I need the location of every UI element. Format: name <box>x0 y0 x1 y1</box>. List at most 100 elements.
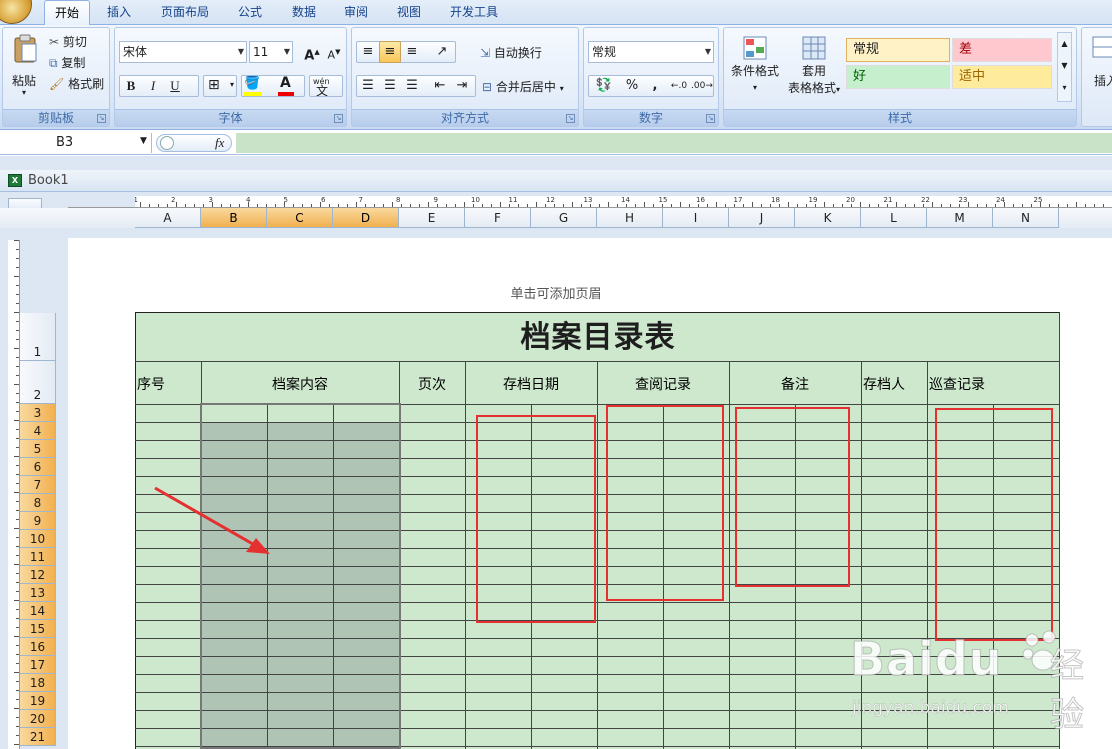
tab-developer[interactable]: 开发工具 <box>440 0 508 25</box>
decrease-indent-icon[interactable]: ⇤ <box>429 75 451 97</box>
increase-decimal-icon[interactable]: ←.0 <box>668 75 690 97</box>
tab-data[interactable]: 数据 <box>280 0 328 25</box>
row-header-8[interactable]: 8 <box>20 494 56 512</box>
currency-icon[interactable]: 💱 <box>589 75 619 97</box>
bold-button[interactable]: B <box>120 75 142 97</box>
column-header-h[interactable]: H <box>597 208 663 228</box>
name-box[interactable]: B3 <box>0 133 152 153</box>
dialog-launcher-icon[interactable]: ↘ <box>706 114 715 123</box>
copy-button[interactable]: ⧉ 复制 <box>49 54 85 71</box>
table-title[interactable]: 档案目录表 <box>136 313 1060 361</box>
row-header-1[interactable]: 1 <box>20 313 56 361</box>
style-normal[interactable]: 常规 <box>846 38 950 62</box>
row-header-9[interactable]: 9 <box>20 512 56 530</box>
align-bottom-icon[interactable]: ≡ <box>401 41 423 63</box>
column-header-d[interactable]: D <box>333 208 399 228</box>
tab-view[interactable]: 视图 <box>386 0 432 25</box>
row-header-16[interactable]: 16 <box>20 638 56 656</box>
column-header-m[interactable]: M <box>927 208 993 228</box>
format-painter-button[interactable]: 🖌 格式刷 <box>49 75 104 92</box>
header-cell[interactable]: 备注 <box>731 374 859 394</box>
row-header-3[interactable]: 3 <box>20 404 56 422</box>
column-header-g[interactable]: G <box>531 208 597 228</box>
tab-review[interactable]: 审阅 <box>333 0 379 25</box>
font-color-button[interactable]: A <box>277 75 303 96</box>
conditional-format-button[interactable]: 条件格式 ▾ <box>728 32 782 102</box>
style-neutral[interactable]: 适中 <box>952 65 1052 89</box>
increase-indent-icon[interactable]: ⇥ <box>451 75 473 97</box>
row-header-13[interactable]: 13 <box>20 584 56 602</box>
tab-home[interactable]: 开始 <box>44 0 90 25</box>
column-header-c[interactable]: C <box>267 208 333 228</box>
grow-font-button[interactable]: A▲ <box>301 41 323 63</box>
header-cell[interactable]: 页次 <box>401 374 463 394</box>
align-middle-icon[interactable]: ≡ <box>379 41 401 63</box>
paste-button[interactable]: 粘贴 ▾ <box>8 32 42 98</box>
align-right-icon[interactable]: ☰ <box>401 75 423 97</box>
column-header-b[interactable]: B <box>201 208 267 228</box>
italic-button[interactable]: I <box>142 75 164 97</box>
decrease-decimal-icon[interactable]: .00→ <box>690 75 713 97</box>
align-left-icon[interactable]: ☰ <box>357 75 379 97</box>
shrink-font-button[interactable]: A▼ <box>323 41 345 63</box>
tab-formulas[interactable]: 公式 <box>226 0 274 25</box>
header-cell[interactable]: 档案内容 <box>203 374 397 394</box>
page-header-placeholder[interactable]: 单击可添加页眉 <box>0 283 1112 302</box>
format-as-table-button[interactable]: 套用 表格格式▾ <box>784 32 844 102</box>
insert-cells-button[interactable]: 插入 <box>1086 32 1112 102</box>
row-header-18[interactable]: 18 <box>20 674 56 692</box>
header-cell[interactable]: 查阅记录 <box>599 374 727 394</box>
dialog-launcher-icon[interactable]: ↘ <box>566 114 575 123</box>
column-header-f[interactable]: F <box>465 208 531 228</box>
font-size-select[interactable]: 11 ▼ <box>249 41 293 63</box>
insert-function-icon[interactable]: fx <box>215 135 224 151</box>
column-header-l[interactable]: L <box>861 208 927 228</box>
underline-button[interactable]: U <box>164 75 186 97</box>
row-header-12[interactable]: 12 <box>20 566 56 584</box>
phonetic-button[interactable]: wén 文 <box>309 75 343 98</box>
column-header-i[interactable]: I <box>663 208 729 228</box>
header-cell[interactable]: 巡查记录 <box>929 374 1057 394</box>
column-header-a[interactable]: A <box>135 208 201 228</box>
orientation-icon[interactable]: ↗ <box>428 41 456 63</box>
formula-input[interactable] <box>236 133 1112 153</box>
font-name-select[interactable]: 宋体 ▼ <box>119 41 247 63</box>
dialog-launcher-icon[interactable]: ↘ <box>334 114 343 123</box>
column-header-n[interactable]: N <box>993 208 1059 228</box>
border-button[interactable]: ⊞ ▾ <box>203 75 237 97</box>
column-header-j[interactable]: J <box>729 208 795 228</box>
row-header-20[interactable]: 20 <box>20 710 56 728</box>
dialog-launcher-icon[interactable]: ↘ <box>97 114 106 123</box>
fill-color-button[interactable]: 🪣 <box>244 76 272 96</box>
percent-button[interactable]: % <box>621 75 643 97</box>
tab-page-layout[interactable]: 页面布局 <box>150 0 220 25</box>
header-cell[interactable]: 存档日期 <box>467 374 595 394</box>
row-header-2[interactable]: 2 <box>20 361 56 404</box>
tab-insert[interactable]: 插入 <box>96 0 142 25</box>
wrap-text-button[interactable]: ⇲ 自动换行 <box>480 44 542 61</box>
row-header-6[interactable]: 6 <box>20 458 56 476</box>
styles-gallery-scroll[interactable]: ▲ ▼ ▾ <box>1057 32 1072 102</box>
row-header-15[interactable]: 15 <box>20 620 56 638</box>
row-header-5[interactable]: 5 <box>20 440 56 458</box>
align-center-icon[interactable]: ☰ <box>379 75 401 97</box>
row-header-17[interactable]: 17 <box>20 656 56 674</box>
style-good[interactable]: 好 <box>846 65 950 89</box>
comma-button[interactable]: , <box>644 75 666 97</box>
row-header-21[interactable]: 21 <box>20 728 56 746</box>
merge-center-button[interactable]: ⊟ 合并后居中 ▾ <box>482 78 564 95</box>
row-header-10[interactable]: 10 <box>20 530 56 548</box>
row-header-7[interactable]: 7 <box>20 476 56 494</box>
header-cell[interactable]: 序号 <box>137 374 199 394</box>
row-header-4[interactable]: 4 <box>20 422 56 440</box>
row-header-19[interactable]: 19 <box>20 692 56 710</box>
number-format-select[interactable]: 常规 ▼ <box>588 41 714 63</box>
cut-button[interactable]: ✂ 剪切 <box>49 33 87 50</box>
chevron-down-icon[interactable]: ▼ <box>140 136 147 146</box>
row-header-11[interactable]: 11 <box>20 548 56 566</box>
style-bad[interactable]: 差 <box>952 38 1052 62</box>
column-header-e[interactable]: E <box>399 208 465 228</box>
row-header-14[interactable]: 14 <box>20 602 56 620</box>
header-cell[interactable]: 存档人 <box>863 374 925 394</box>
align-top-icon[interactable]: ≡ <box>357 41 379 63</box>
